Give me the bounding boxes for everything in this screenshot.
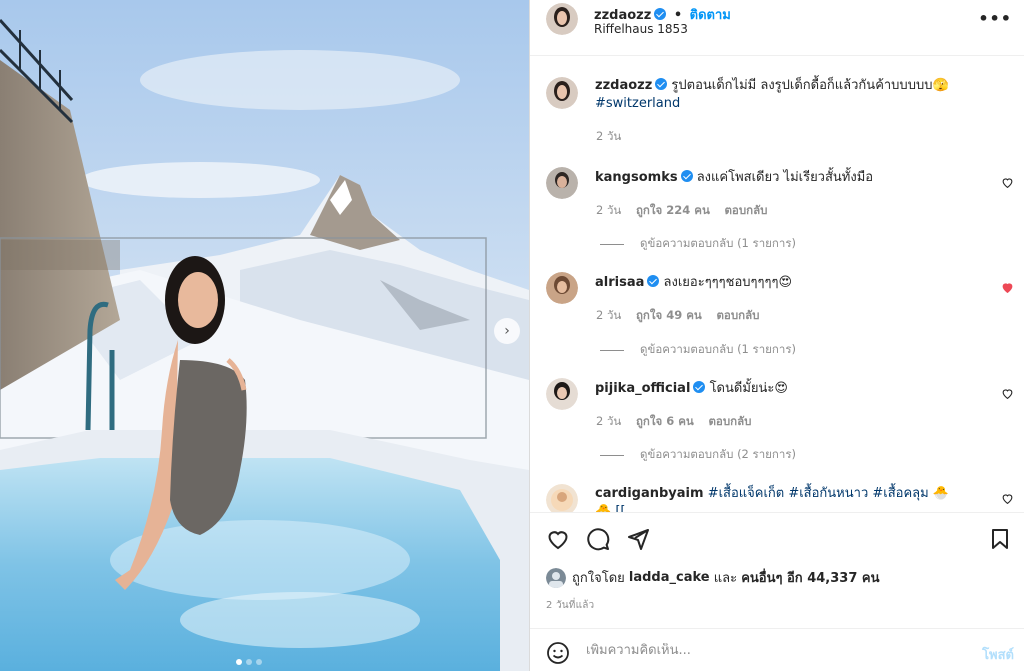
comment-text: pijika_official โดนดีมั้ยน่ะ😍 [595, 380, 955, 398]
like-heart-icon[interactable] [546, 527, 570, 551]
comment-text: cardiganbyaim #เสื้อแจ็คเก็ต #เสื้อกันหน… [595, 485, 955, 512]
likes-conjunction: และ [713, 571, 738, 586]
view-replies-label: ดูข้อความตอบกลับ (1 รายการ) [640, 236, 796, 250]
share-paper-plane-icon[interactable] [626, 527, 650, 551]
header-separator: • [673, 8, 683, 23]
comment-avatar[interactable] [546, 167, 578, 199]
comment-username[interactable]: pijika_official [595, 381, 690, 396]
heart-outline-icon[interactable] [1001, 387, 1014, 400]
save-bookmark-icon[interactable] [988, 527, 1012, 551]
comment-text: alrisaa ลงเยอะๆๆๆชอบๆๆๆๆ😍 [595, 274, 955, 292]
verified-badge-icon [655, 78, 668, 90]
reply-button[interactable]: ตอบกลับ [724, 203, 767, 217]
post-header: zzdaozz • ติดตาม Riffelhaus 1853 ••• [530, 0, 1024, 56]
verified-badge-icon [647, 275, 660, 287]
post-photo [0, 0, 529, 671]
reply-button[interactable]: ตอบกลับ [708, 414, 751, 428]
carousel-dot [236, 659, 242, 665]
post-side-panel: zzdaozz • ติดตาม Riffelhaus 1853 ••• zzd… [530, 0, 1024, 671]
post-comment-button[interactable]: โพสต์ [982, 644, 1014, 665]
comment-input[interactable] [586, 643, 946, 658]
comment-avatar[interactable] [546, 484, 578, 512]
comment-time[interactable]: 2 วัน [596, 308, 621, 322]
post-dialog: › zzdaozz • ติดตาม Riffelhaus 1853 ••• z… [0, 0, 1024, 671]
caption-time[interactable]: 2 วัน [596, 129, 621, 143]
location-link[interactable]: Riffelhaus 1853 [594, 22, 688, 36]
caption-body: รูปตอนเด็กไม่มี ลงรูปเด็กดื้อก็แล้วกันค้… [671, 78, 933, 93]
emoji-smiley-icon[interactable] [546, 641, 570, 665]
carousel-dot [256, 659, 262, 665]
carousel-indicator [236, 659, 262, 665]
comment-meta: 2 วัน ถูกใจ 49 คน ตอบกลับ [596, 307, 770, 325]
comment-meta: 2 วัน ถูกใจ 224 คน ตอบกลับ [596, 202, 778, 220]
comment-emoji: 😍 [774, 381, 788, 396]
verified-badge-icon [680, 170, 693, 182]
replies-line [600, 349, 624, 351]
carousel-dot [246, 659, 252, 665]
caption-emoji: 🫣 [932, 78, 949, 93]
more-options-icon[interactable]: ••• [978, 9, 1012, 28]
comment-username[interactable]: kangsomks [595, 170, 678, 185]
view-replies-label: ดูข้อความตอบกลับ (1 รายการ) [640, 342, 796, 356]
comment-body: ลงแค่โพสเดียว ไม่เรียวสั้นทั้งมือ [696, 170, 874, 185]
carousel-next-button[interactable]: › [494, 318, 520, 344]
likes-summary[interactable]: ถูกใจโดย ladda_cake และ คนอื่นๆ อีก 44,3… [546, 567, 879, 588]
comment-emoji: 😍 [778, 275, 793, 290]
liker-avatar [546, 567, 566, 588]
comment-likes[interactable]: ถูกใจ 6 คน [636, 414, 694, 428]
comments-list[interactable]: zzdaozz รูปตอนเด็กไม่มี ลงรูปเด็กดื้อก็แ… [530, 57, 1024, 512]
replies-line [600, 454, 624, 456]
reply-button[interactable]: ตอบกลับ [716, 308, 759, 322]
comment-likes[interactable]: ถูกใจ 49 คน [636, 308, 702, 322]
caption-text: zzdaozz รูปตอนเด็กไม่มี ลงรูปเด็กดื้อก็แ… [595, 77, 955, 113]
follow-button[interactable]: ติดตาม [690, 8, 731, 23]
comment-avatar[interactable] [546, 272, 578, 304]
verified-badge-icon [654, 8, 667, 20]
post-media[interactable]: › [0, 0, 529, 671]
likes-prefix: ถูกใจโดย [572, 571, 625, 586]
comment-body: ลงเยอะๆๆๆชอบๆๆๆๆ [663, 275, 779, 290]
verified-badge-icon [693, 381, 706, 393]
post-actions-bar [530, 512, 1024, 562]
chevron-right-icon: › [504, 323, 510, 339]
comment-text: kangsomks ลงแค่โพสเดียว ไม่เรียวสั้นทั้ง… [595, 169, 955, 187]
comment-username[interactable]: cardiganbyaim [595, 486, 704, 501]
likes-others[interactable]: คนอื่นๆ อีก 44,337 คน [741, 567, 879, 588]
comment-time[interactable]: 2 วัน [596, 414, 621, 428]
post-time-ago[interactable]: 2 วันที่แล้ว [546, 598, 594, 613]
replies-line [600, 243, 624, 245]
comment-bubble-icon[interactable] [586, 527, 610, 551]
comment-time[interactable]: 2 วัน [596, 203, 621, 217]
add-comment-bar: โพสต์ [530, 628, 1024, 671]
comment-body: โดนดีมั้ยน่ะ [709, 381, 775, 396]
author-username[interactable]: zzdaozz [594, 8, 651, 23]
caption-username[interactable]: zzdaozz [595, 78, 652, 93]
caption-hashtag[interactable]: #switzerland [595, 96, 680, 111]
caption-meta: 2 วัน [596, 128, 632, 146]
heart-outline-icon[interactable] [1001, 492, 1014, 505]
likes-user[interactable]: ladda_cake [629, 570, 710, 585]
author-avatar[interactable] [546, 3, 578, 35]
view-replies-button[interactable]: ดูข้อความตอบกลับ (1 รายการ) [600, 235, 796, 253]
comment-username[interactable]: alrisaa [595, 275, 644, 290]
heart-outline-icon[interactable] [1001, 176, 1014, 189]
view-replies-label: ดูข้อความตอบกลับ (2 รายการ) [640, 447, 796, 461]
comment-likes[interactable]: ถูกใจ 224 คน [636, 203, 710, 217]
view-replies-button[interactable]: ดูข้อความตอบกลับ (1 รายการ) [600, 341, 796, 359]
view-replies-button[interactable]: ดูข้อความตอบกลับ (2 รายการ) [600, 446, 796, 464]
comment-avatar[interactable] [546, 378, 578, 410]
heart-filled-icon[interactable] [1001, 281, 1014, 294]
caption-avatar[interactable] [546, 77, 578, 109]
comment-meta: 2 วัน ถูกใจ 6 คน ตอบกลับ [596, 413, 762, 431]
